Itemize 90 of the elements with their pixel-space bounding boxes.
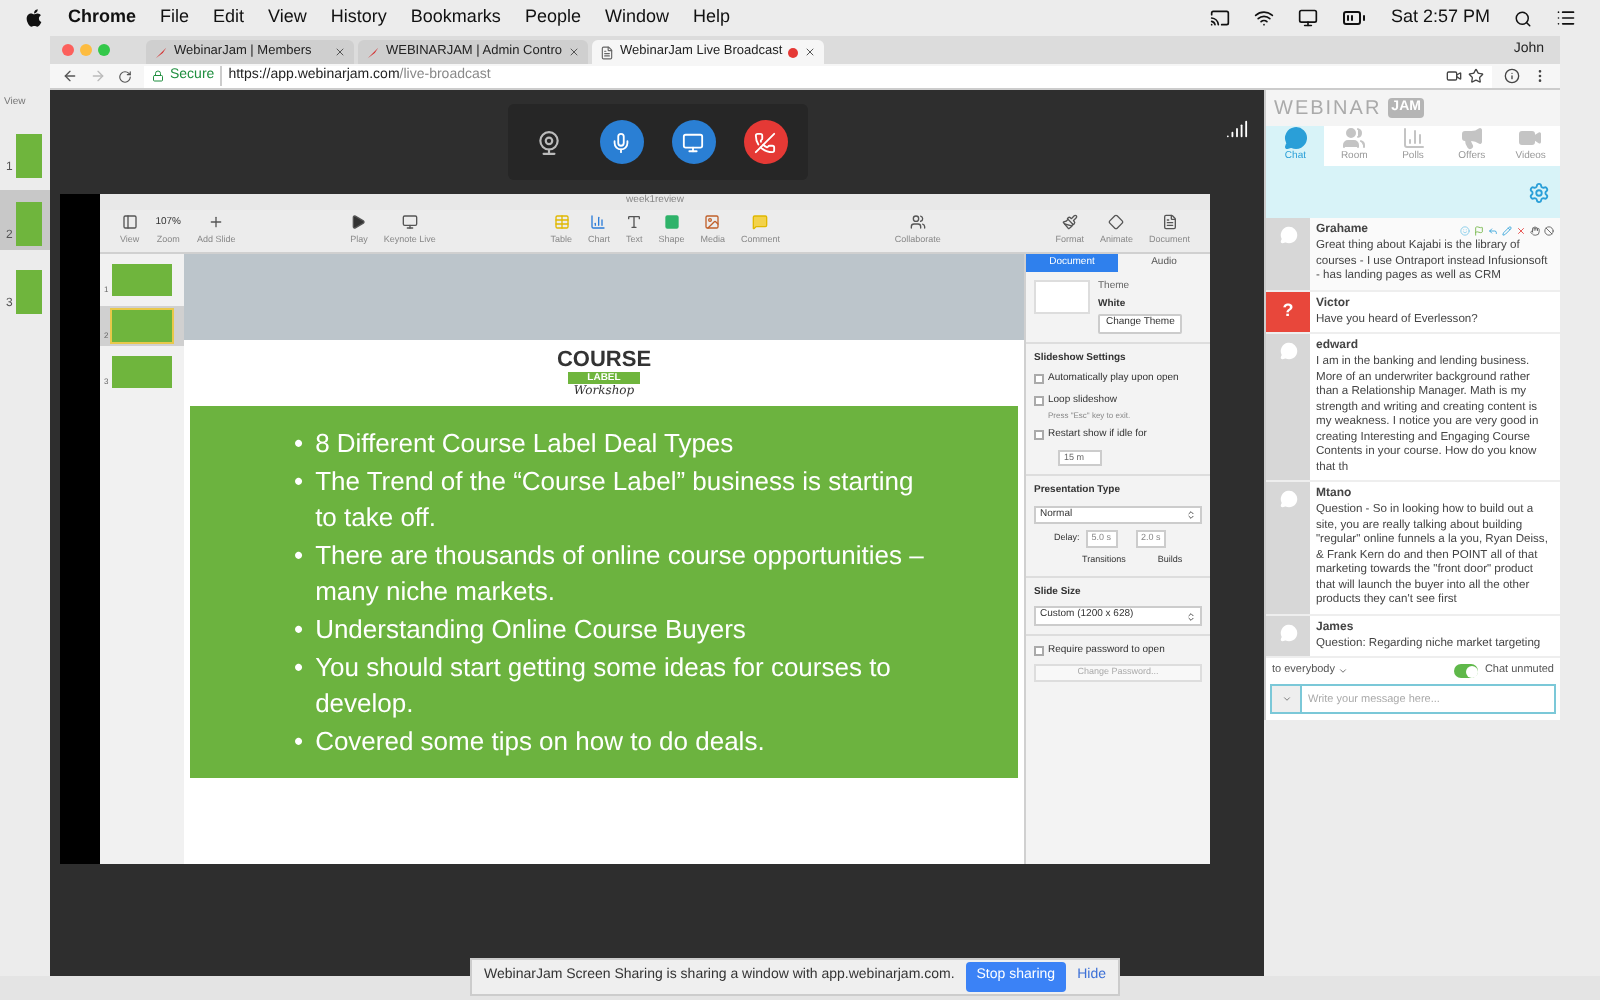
caret-icon	[1337, 666, 1347, 676]
menu-item[interactable]: Bookmarks	[410, 4, 501, 32]
sidebar-icon	[121, 214, 138, 230]
chat-message[interactable]	[1266, 334, 1560, 482]
image-icon	[704, 214, 721, 230]
chat-message[interactable]	[1266, 482, 1560, 615]
square-icon	[663, 214, 680, 230]
speech-bubble-icon	[1279, 490, 1297, 508]
bullet-marker: •	[294, 649, 304, 685]
cast-icon[interactable]	[1210, 8, 1231, 28]
menu-item[interactable]: History	[330, 4, 387, 32]
chart-icon	[590, 214, 607, 230]
bullet-marker: •	[294, 425, 304, 461]
bullet-marker: •	[294, 723, 304, 759]
people-icon	[1342, 126, 1367, 151]
chat-bubble-icon	[1283, 126, 1308, 151]
monitor-icon	[401, 214, 418, 230]
wifi-icon[interactable]	[1254, 8, 1275, 28]
signal-icon	[1226, 118, 1248, 140]
settings-icon[interactable]	[1528, 181, 1550, 203]
menu-item[interactable]: File	[160, 4, 190, 32]
brand-name: WEBINAR	[1274, 95, 1382, 123]
close-icon[interactable]	[568, 46, 581, 58]
bullet-text: There are thousands of online course opportunities – many niche markets.	[315, 537, 926, 609]
slash-logo-icon	[366, 45, 380, 59]
close-icon[interactable]	[334, 46, 346, 58]
people-icon	[909, 214, 926, 230]
apple-logo-icon	[24, 8, 44, 28]
webcam-icon	[536, 129, 562, 155]
camera-icon[interactable]	[1446, 68, 1462, 84]
caret-icon	[1281, 694, 1291, 704]
hand-icon[interactable]	[1530, 226, 1540, 236]
hang-up-button[interactable]	[743, 120, 787, 164]
paintbrush-icon	[1061, 214, 1078, 230]
monitor-icon	[682, 131, 704, 153]
display-icon[interactable]	[1298, 8, 1319, 28]
bullet-text: Understanding Online Course Buyers	[315, 611, 746, 647]
microphone-icon	[610, 131, 632, 153]
diamond-icon	[1108, 214, 1125, 230]
checkbox[interactable]	[1034, 430, 1044, 441]
menu-item[interactable]: People	[524, 4, 581, 32]
speech-bubble-icon	[1279, 226, 1297, 244]
menu-item[interactable]: Help	[692, 4, 730, 32]
reload-icon[interactable]	[118, 69, 132, 83]
comment-icon	[752, 214, 769, 230]
close-icon[interactable]	[804, 46, 817, 58]
bullet-marker: •	[294, 611, 304, 647]
bullet-marker: •	[294, 463, 304, 499]
menu-clock[interactable]: Sat 2:57 PM	[1390, 4, 1490, 32]
bullet-text: You should start getting some ideas for courses to develop.	[315, 649, 893, 721]
document-icon	[1161, 214, 1178, 230]
checkbox[interactable]	[1034, 395, 1044, 406]
ban-icon[interactable]	[1544, 226, 1554, 236]
theme-preview	[1034, 280, 1090, 314]
screen-share-button[interactable]	[671, 120, 715, 164]
video-camera-icon	[1518, 126, 1543, 151]
menu-item[interactable]: View	[268, 4, 307, 32]
bullet-marker: •	[294, 537, 304, 573]
menu-app-name[interactable]: Chrome	[68, 4, 137, 32]
checkbox[interactable]	[1034, 646, 1044, 656]
slash-logo-icon	[154, 45, 168, 59]
back-icon[interactable]	[62, 68, 78, 84]
play-icon	[350, 214, 367, 230]
text-icon	[626, 214, 643, 230]
bar-chart-icon	[1401, 126, 1426, 151]
logo-title: COURSE	[556, 349, 652, 371]
speech-bubble-icon	[1279, 623, 1297, 641]
bullet-text: 8 Different Course Label Deal Types	[315, 425, 734, 461]
megaphone-icon	[1459, 126, 1484, 151]
phone-icon	[754, 131, 776, 153]
menu-item[interactable]: Window	[604, 4, 669, 32]
battery-icon[interactable]	[1342, 6, 1367, 30]
info-icon[interactable]	[1504, 68, 1520, 84]
table-icon	[553, 214, 570, 230]
menu-item[interactable]: Edit	[213, 4, 245, 32]
mute-toggle[interactable]	[1454, 664, 1479, 678]
question-mark-icon: ?	[1282, 299, 1294, 332]
microphone-button[interactable]	[599, 120, 643, 164]
lock-icon	[152, 70, 164, 82]
page-icon	[600, 45, 615, 59]
checkbox[interactable]	[1034, 374, 1044, 385]
bullet-text: Covered some tips on how to do deals.	[315, 723, 765, 759]
plus-icon	[208, 214, 225, 230]
bookmark-star-icon[interactable]	[1468, 68, 1484, 84]
speech-bubble-icon	[1279, 342, 1297, 360]
menu-list-icon[interactable]	[1556, 8, 1576, 28]
bullet-text: The Trend of the “Course Label” business is starting to take off.	[315, 463, 916, 535]
stepper-icon	[1186, 510, 1196, 520]
search-icon[interactable]	[1514, 9, 1532, 27]
stepper-icon	[1186, 611, 1196, 621]
